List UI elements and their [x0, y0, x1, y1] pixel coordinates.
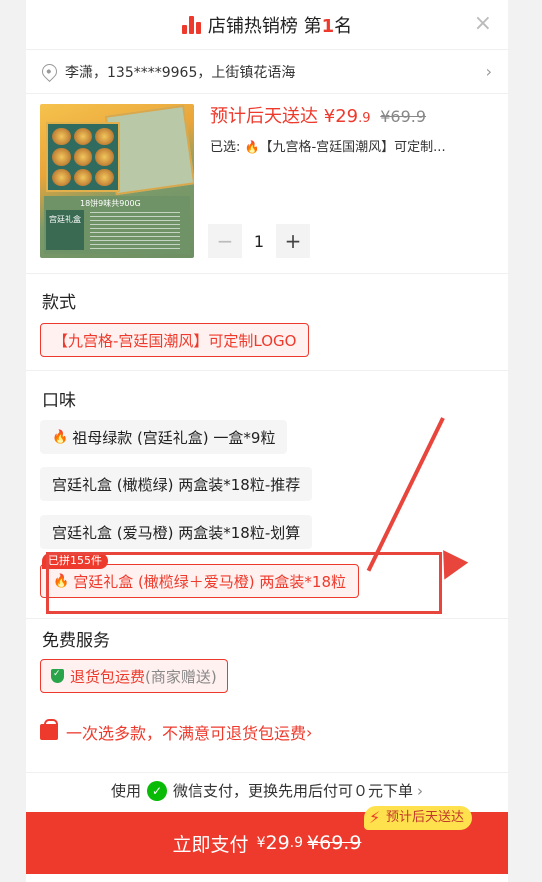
flavor-option-olive-orange[interactable]: 🔥 宫廷礼盒 (橄榄绿＋爱马橙) 两盒装*18粒 [40, 564, 360, 598]
pay-original-price: ¥69.9 [307, 832, 362, 854]
style-option-nine-grid[interactable]: 【九宫格-宫廷国潮风】可定制LOGO [40, 323, 310, 357]
flavor-section-title: 口味 [42, 391, 76, 411]
delivery-tag: ⚡ 预计后天送达 [364, 806, 473, 830]
pay-price-symbol: ¥ [256, 835, 266, 851]
flavor-option-label: 宫廷礼盒 (爱马橙) 两盒装*18粒-划算 [52, 523, 301, 542]
multi-select-promo[interactable]: 一次选多款，不满意可退货包运费 › [40, 719, 313, 744]
flavor-option-olive[interactable]: 宫廷礼盒 (橄榄绿) 两盒装*18粒-推荐 [40, 467, 313, 501]
chevron-right-icon: › [306, 722, 313, 742]
sku-selector-panel: 店铺热销榜 第1名 × 李潇，135****9965，上街镇花语海 › 18饼9… [26, 0, 508, 882]
annotation-arrow-head [431, 550, 469, 586]
ranking-title: 店铺热销榜 第1名 [208, 12, 352, 38]
delivery-tag-text: 预计后天送达 [386, 810, 465, 825]
product-info-card: 18饼9味共900G 宫廷礼盒 [44, 196, 190, 254]
payment-method-note[interactable]: 使用 ✓ 微信支付，更换先用后付可０元下单 › [26, 772, 508, 808]
ranking-suffix: 名 [334, 15, 353, 37]
flavor-option-label: 宫廷礼盒 (橄榄绿) 两盒装*18粒-推荐 [52, 475, 301, 494]
promo-text: 一次选多款，不满意可退货包运费 [66, 724, 307, 743]
free-return-shipping-chip[interactable]: 退货包运费 (商家赠送) [40, 659, 228, 693]
price-integer: 29 [335, 106, 359, 127]
original-price: ¥69.9 [380, 107, 427, 126]
address-text: 李潇，135****9965，上街镇花语海 [65, 64, 296, 81]
mooncake-tray [46, 122, 120, 192]
service-note: (商家赠送) [145, 667, 217, 686]
close-icon[interactable]: × [474, 13, 492, 35]
selected-value: 【九宫格-宫廷国潮风】可定制... [259, 140, 446, 155]
product-image[interactable]: 18饼9味共900G 宫廷礼盒 [40, 104, 194, 258]
service-section-title: 免费服务 [42, 631, 110, 651]
ranking-number: 1 [321, 15, 335, 37]
minus-button[interactable]: − [208, 224, 242, 258]
location-pin-icon [38, 60, 61, 83]
chevron-right-icon: › [485, 62, 492, 81]
delivery-estimate: 预计后天送达 [210, 106, 318, 127]
price-decimal: .9 [358, 111, 371, 126]
shield-check-icon [51, 669, 64, 683]
product-card-title: 18饼9味共900G [80, 199, 141, 208]
address-row[interactable]: 李潇，135****9965，上街镇花语海 › [26, 50, 508, 94]
shopping-bag-icon [40, 719, 58, 740]
ranking-bars-icon [181, 15, 202, 34]
pay-price-decimal: .9 [289, 835, 304, 851]
fire-icon: 🔥 [53, 573, 70, 589]
divider [26, 370, 508, 371]
product-card-text-lines [90, 212, 180, 250]
fire-icon: 🔥 [244, 140, 260, 154]
sold-count-badge: 已拼155件 [42, 553, 108, 569]
service-label: 退货包运费 [70, 667, 146, 686]
flavor-option-emerald[interactable]: 🔥 祖母绿款 (宫廷礼盒) 一盒*9粒 [40, 420, 288, 454]
pay-price-integer: 29 [265, 832, 290, 854]
ranking-title-text: 店铺热销榜 第 [207, 15, 322, 37]
flavor-option-label: 宫廷礼盒 (橄榄绿＋爱马橙) 两盒装*18粒 [73, 572, 347, 591]
panel-header: 店铺热销榜 第1名 × [26, 0, 508, 50]
fire-icon: 🔥 [52, 429, 69, 445]
selected-sku-line: 已选: 🔥【九宫格-宫廷国潮风】可定制... [210, 136, 495, 155]
product-card-tag: 宫廷礼盒 [46, 210, 84, 250]
flavor-option-orange[interactable]: 宫廷礼盒 (爱马橙) 两盒装*18粒-划算 [40, 515, 313, 549]
quantity-value[interactable]: 1 [242, 232, 276, 251]
quantity-stepper: − 1 + [208, 224, 310, 258]
pay-note-method: 微信支付，更换先用后付可０元下单 [173, 782, 414, 800]
selected-prefix: 已选: [210, 140, 241, 155]
divider [26, 618, 508, 619]
product-summary: 18饼9味共900G 宫廷礼盒 预计后天送达 ¥29.9 ¥69.9 已选: 🔥… [26, 94, 508, 274]
flavor-option-label: 祖母绿款 (宫廷礼盒) 一盒*9粒 [72, 428, 276, 447]
pay-label: 立即支付 [172, 833, 249, 856]
chevron-right-icon: › [417, 781, 424, 800]
plus-button[interactable]: + [276, 224, 310, 258]
annotation-arrow-line [366, 417, 445, 572]
pay-note-prefix: 使用 [110, 782, 141, 800]
style-option-label: 【九宫格-宫廷国潮风】可定制LOGO [53, 331, 297, 350]
price-symbol: ¥ [323, 106, 336, 127]
price-line: 预计后天送达 ¥29.9 ¥69.9 [210, 102, 426, 128]
style-section-title: 款式 [42, 293, 76, 313]
wechat-pay-icon: ✓ [147, 780, 167, 801]
lightning-icon: ⚡ [369, 808, 381, 827]
